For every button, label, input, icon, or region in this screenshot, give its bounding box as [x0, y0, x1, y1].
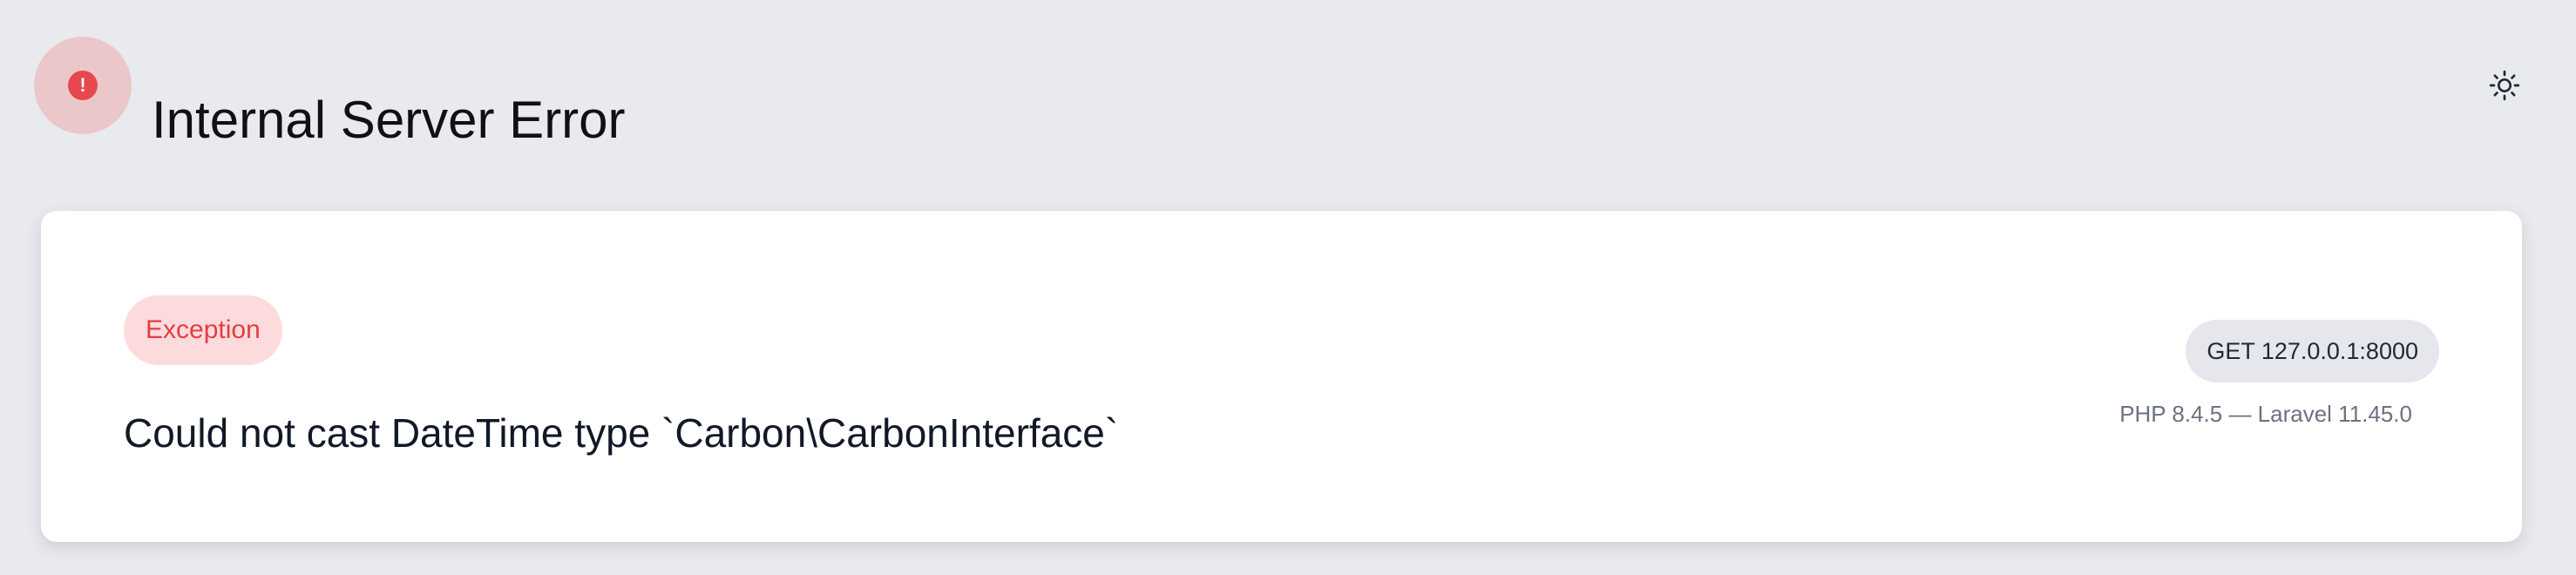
- theme-toggle-button[interactable]: [2487, 68, 2522, 103]
- error-status-icon-wrapper: !: [34, 37, 132, 134]
- request-badge: GET 127.0.0.1:8000: [2186, 320, 2439, 382]
- error-details-card: Exception Could not cast DateTime type `…: [41, 211, 2522, 542]
- exclamation-circle-icon: !: [68, 71, 98, 100]
- page-title: Internal Server Error: [152, 91, 626, 150]
- runtime-version-info: PHP 8.4.5 — Laravel 11.45.0: [2119, 401, 2412, 427]
- page-header: ! Internal Server Error: [0, 0, 2576, 174]
- error-message: Could not cast DateTime type `Carbon\Car…: [124, 410, 1119, 456]
- sun-icon: [2489, 70, 2520, 101]
- exception-badge: Exception: [124, 295, 282, 365]
